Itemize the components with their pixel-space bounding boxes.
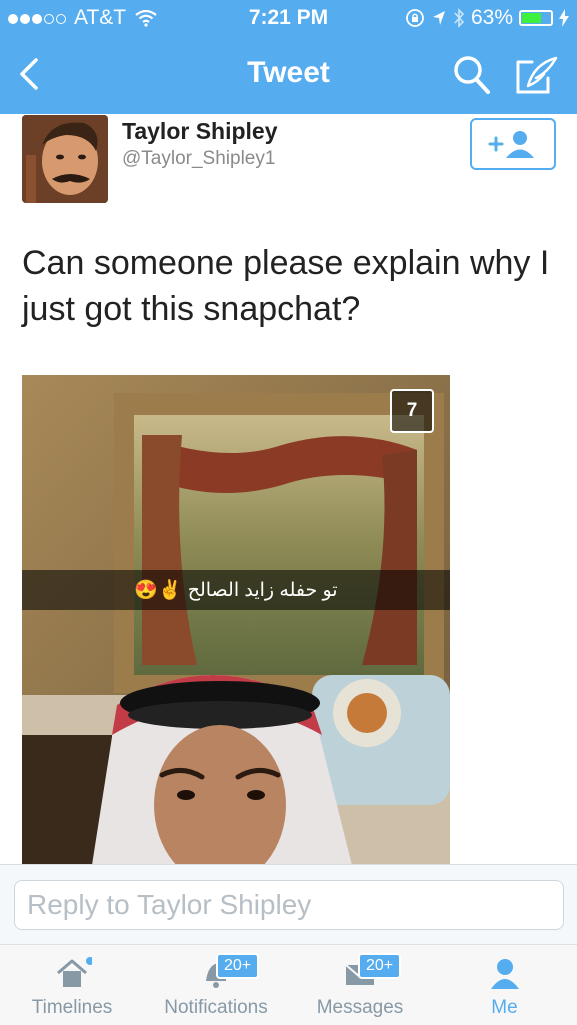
caption-text: تو حفله زايد الصالح [187, 579, 338, 601]
tab-messages[interactable]: 20+ Messages [288, 945, 432, 1025]
snapchat-timer: 7 [390, 389, 434, 433]
tab-label: Notifications [164, 997, 268, 1018]
tab-label: Timelines [31, 997, 113, 1018]
tweet-media-image[interactable]: 😍✌ تو حفله زايد الصالح 7 [22, 375, 450, 865]
avatar[interactable] [22, 115, 108, 203]
home-icon [57, 957, 92, 987]
search-icon[interactable] [452, 54, 492, 96]
tab-timelines[interactable]: Timelines [0, 945, 144, 1025]
location-icon [432, 11, 445, 25]
battery-icon [519, 10, 553, 26]
person-icon [490, 959, 519, 989]
avatar-image [22, 115, 108, 203]
status-bar: AT&T 7:21 PM 63% [0, 0, 577, 38]
snapchat-photo [22, 375, 450, 865]
tab-bar: Timelines 20+ Notifications 20+ Messages… [0, 944, 577, 1025]
tab-me[interactable]: Me [432, 945, 577, 1025]
add-user-icon [488, 131, 534, 158]
battery-fill [522, 13, 541, 23]
status-right: 63% [405, 6, 569, 30]
notifications-badge: 20+ [216, 953, 260, 979]
caption-emoji: 😍✌ [134, 580, 182, 601]
messages-badge: 20+ [358, 953, 402, 979]
reply-bar [0, 864, 577, 945]
compose-icon[interactable] [514, 54, 560, 96]
charging-bolt-icon [559, 9, 569, 27]
tweet-text: Can someone please explain why I just go… [22, 244, 550, 328]
author-name[interactable]: Taylor Shipley [122, 118, 278, 145]
tab-label: Me [491, 997, 518, 1018]
reply-input[interactable] [14, 880, 564, 930]
nav-bar: Tweet [0, 40, 577, 114]
bluetooth-icon [454, 8, 465, 28]
app-header: AT&T 7:21 PM 63% Tweet [0, 0, 577, 114]
follow-button[interactable] [470, 118, 556, 170]
battery-percent: 63% [470, 6, 513, 29]
tab-notifications[interactable]: 20+ Notifications [144, 945, 288, 1025]
snapchat-caption: 😍✌ تو حفله زايد الصالح [22, 570, 450, 610]
rotation-lock-icon [406, 9, 424, 27]
author-handle[interactable]: @Taylor_Shipley1 [122, 148, 275, 170]
tab-label: Messages [316, 997, 404, 1018]
